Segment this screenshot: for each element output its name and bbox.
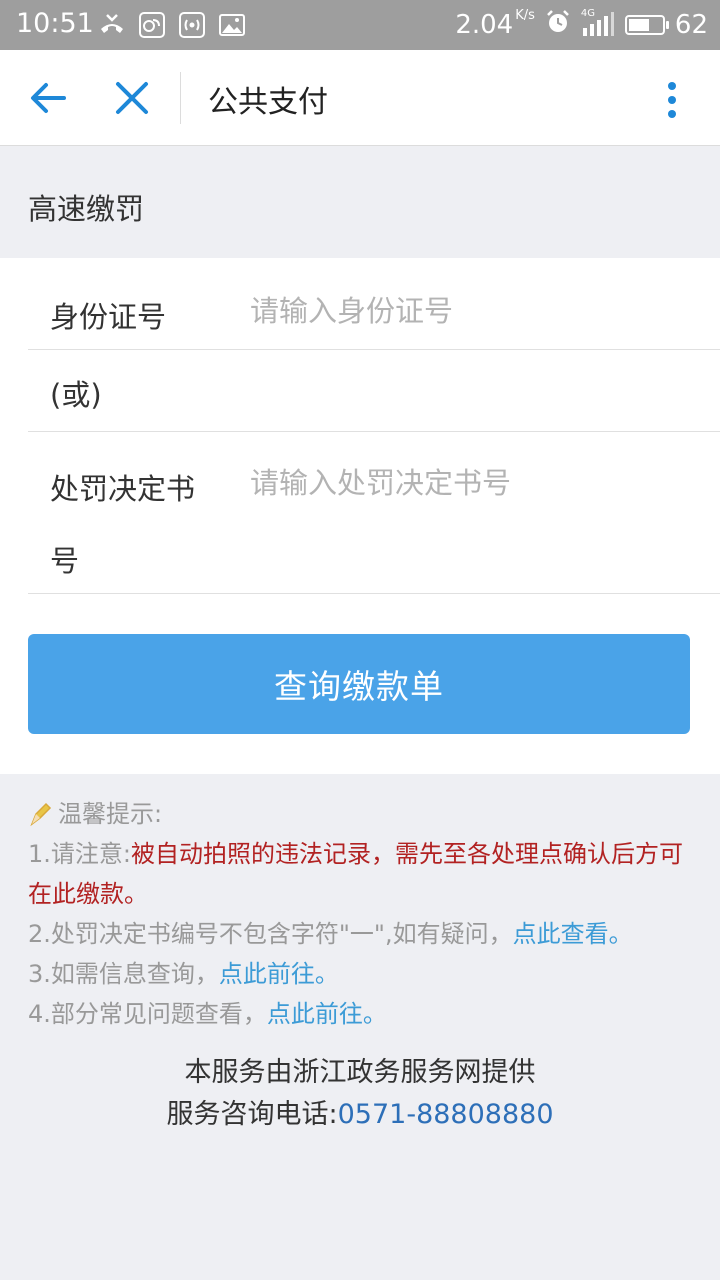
service-phone-label: 服务咨询电话: <box>166 1099 338 1130</box>
battery-icon <box>624 15 669 35</box>
uc-browser-icon <box>138 11 166 39</box>
status-notification-icons <box>98 10 246 40</box>
tips-heading-row: 温馨提示: <box>28 794 698 834</box>
more-options-icon[interactable] <box>660 80 684 120</box>
missed-call-icon <box>98 11 126 39</box>
network-speed-unit: K/s <box>515 8 535 23</box>
tip-item-4: 4.部分常见问题查看，点此前往。 <box>28 994 698 1034</box>
or-label: (或) <box>50 378 102 412</box>
network-type: 4G <box>580 8 596 19</box>
close-icon[interactable] <box>114 80 150 116</box>
status-bar: 10:51 2.04 K/s 4G 62 <box>0 0 720 50</box>
pencil-icon <box>28 800 52 828</box>
tip-1-prefix: 1.请注意: <box>28 840 131 868</box>
tip-item-3: 3.如需信息查询，点此前往。 <box>28 954 698 994</box>
footer: 本服务由浙江政务服务网提供 服务咨询电话:0571-88808880 <box>0 1052 720 1136</box>
image-icon <box>218 11 246 39</box>
hotspot-icon <box>178 11 206 39</box>
tip-3-link[interactable]: 点此前往。 <box>219 960 339 988</box>
network-speed: 2.04 K/s <box>455 8 535 40</box>
divider <box>28 431 720 432</box>
battery-level <box>628 19 649 31</box>
service-phone-number[interactable]: 0571-88808880 <box>338 1099 554 1130</box>
query-payment-button[interactable]: 查询缴款单 <box>28 634 690 734</box>
divider <box>28 593 720 594</box>
tip-2-link[interactable]: 点此查看。 <box>513 920 633 948</box>
query-form: 身份证号 (或) 处罚决定书 号 查询缴款单 <box>0 258 720 774</box>
signal-icon: 4G <box>581 8 615 38</box>
tips-section: 温馨提示: 1.请注意:被自动拍照的违法记录，需先至各处理点确认后方可在此缴款。… <box>28 794 698 1034</box>
service-provider-text: 本服务由浙江政务服务网提供 <box>184 1057 536 1088</box>
id-number-label: 身份证号 <box>50 300 167 334</box>
tip-3-text: 3.如需信息查询， <box>28 960 219 988</box>
divider <box>28 349 720 350</box>
alarm-icon <box>545 9 571 42</box>
page-title: 公共支付 <box>208 85 328 120</box>
status-right: 2.04 K/s 4G 62 <box>455 8 708 42</box>
tip-4-link[interactable]: 点此前往。 <box>267 1000 387 1028</box>
nav-divider <box>180 72 181 124</box>
tip-2-text: 2.处罚决定书编号不包含字符"一",如有疑问， <box>28 920 513 948</box>
nav-bar: 公共支付 <box>0 50 720 146</box>
tip-item-2: 2.处罚决定书编号不包含字符"一",如有疑问，点此查看。 <box>28 914 698 954</box>
decision-number-label: 处罚决定书 <box>50 472 196 506</box>
battery-percent: 62 <box>674 10 708 40</box>
back-arrow-icon[interactable] <box>28 78 68 118</box>
status-time: 10:51 <box>16 8 94 39</box>
id-number-input[interactable] <box>250 294 690 328</box>
decision-number-input[interactable] <box>250 466 690 500</box>
tips-heading: 温馨提示: <box>58 800 163 828</box>
tip-item-1: 1.请注意:被自动拍照的违法记录，需先至各处理点确认后方可在此缴款。 <box>28 834 698 914</box>
decision-number-label-cont: 号 <box>50 544 80 578</box>
section-title: 高速缴罚 <box>28 192 145 226</box>
tip-4-text: 4.部分常见问题查看， <box>28 1000 267 1028</box>
service-phone-row: 服务咨询电话:0571-88808880 <box>0 1094 720 1136</box>
